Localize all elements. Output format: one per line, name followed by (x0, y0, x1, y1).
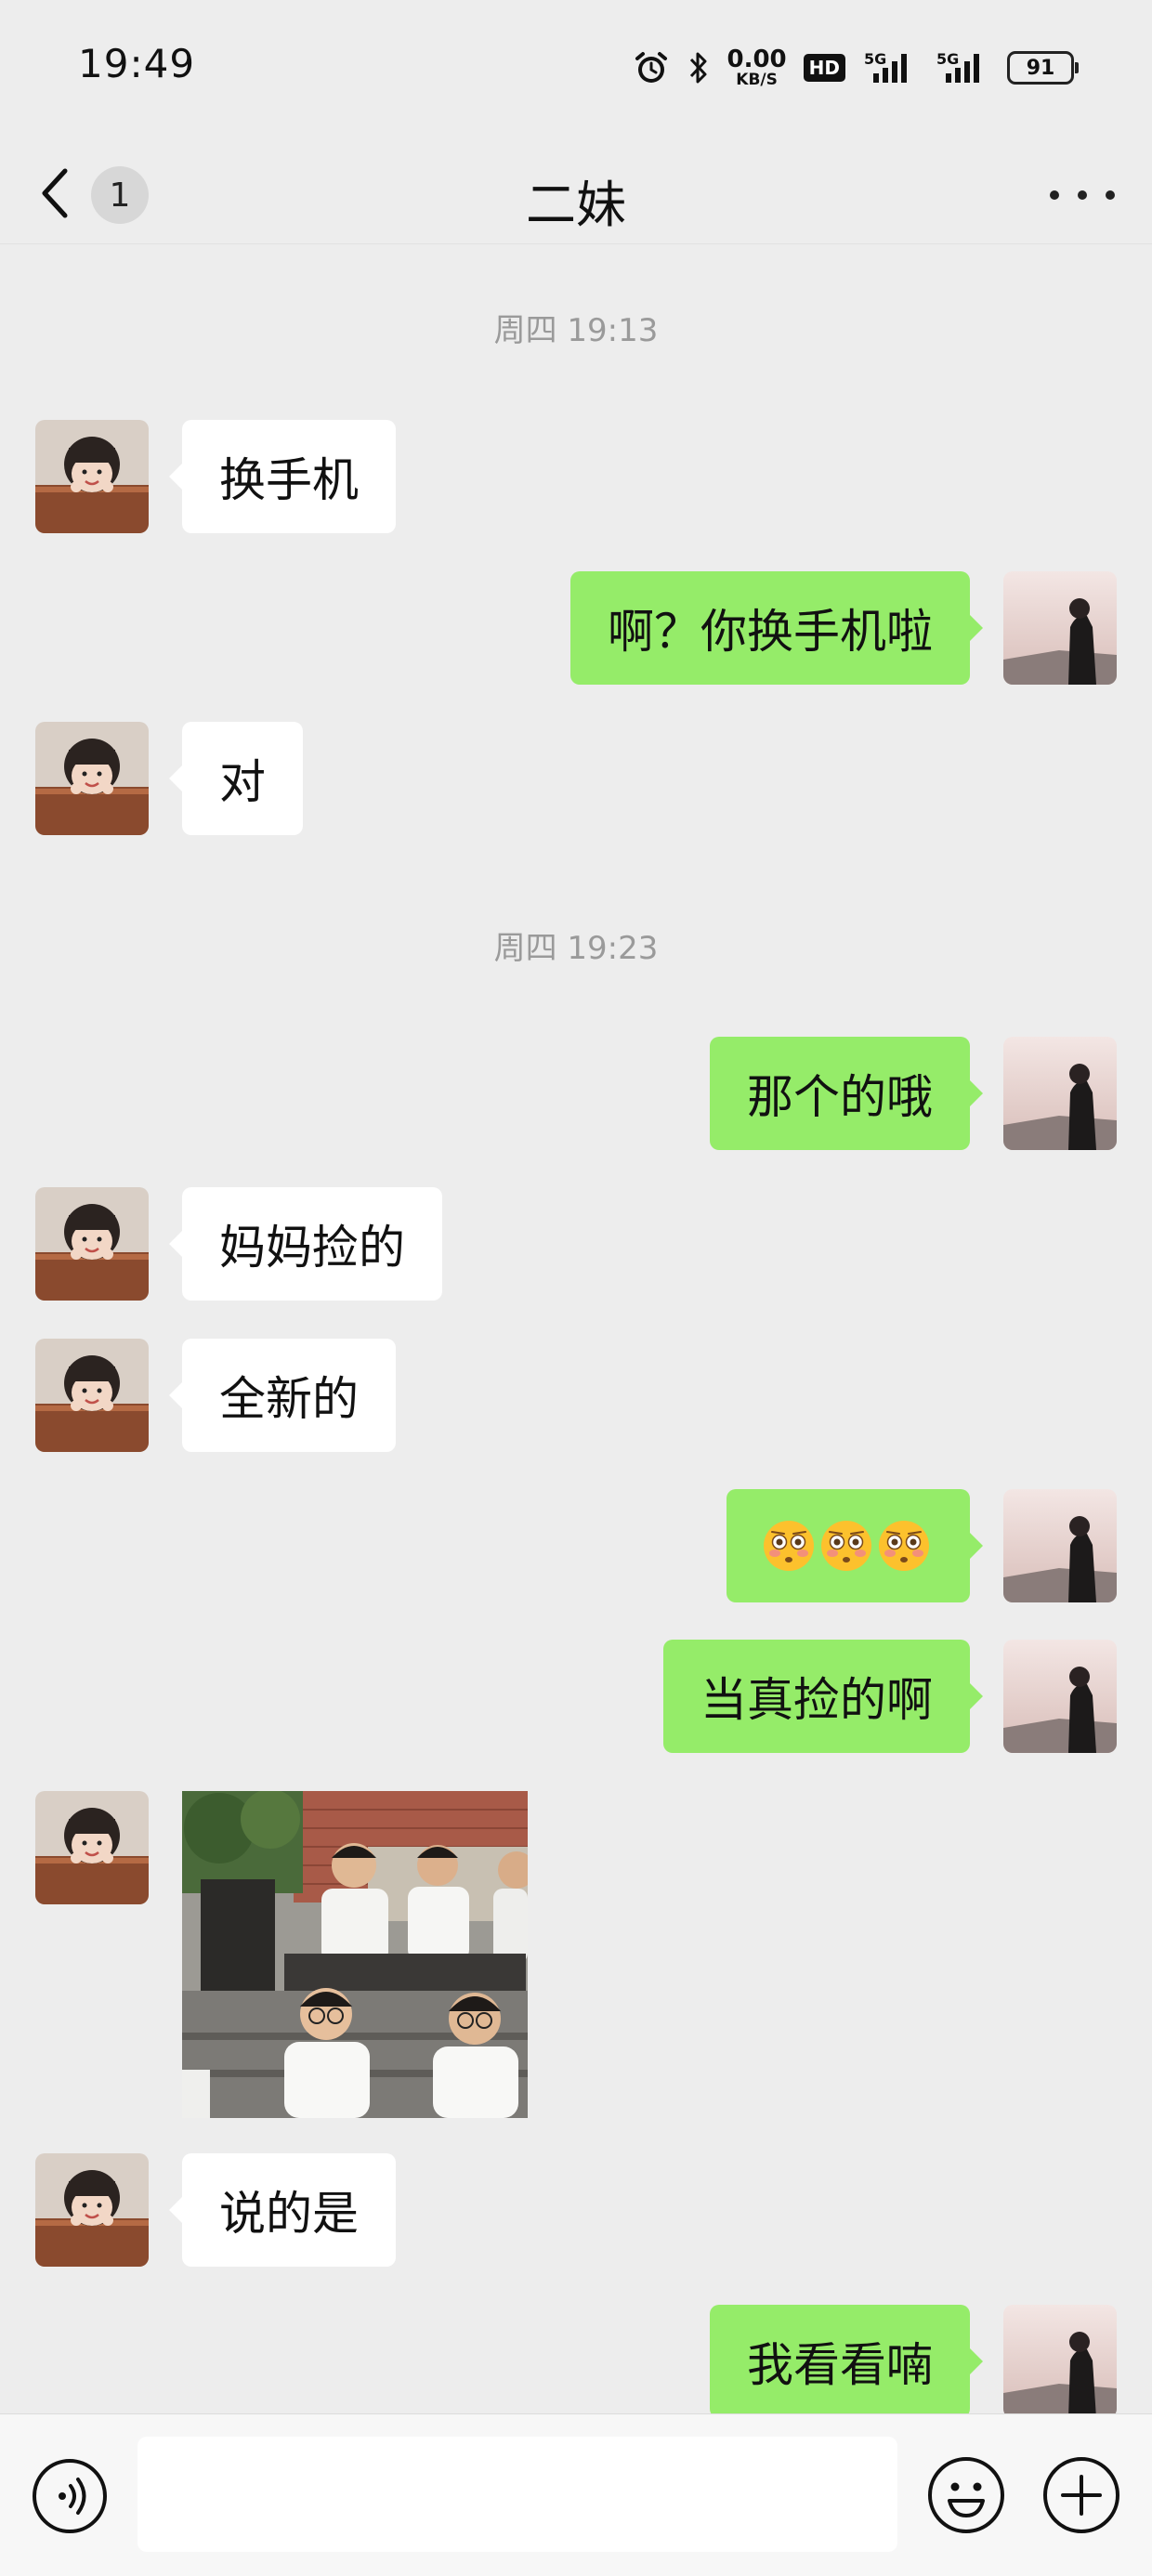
emoji-button[interactable] (927, 2456, 1005, 2538)
alarm-icon (633, 49, 670, 86)
input-bar (0, 2413, 1152, 2576)
signal-5g-icon: 5G (935, 49, 990, 86)
timestamp: 周四 19:13 (493, 312, 659, 349)
message-bubble-received[interactable]: 妈妈捡的 (169, 1187, 442, 1301)
message-bubble-sent[interactable]: 那个的哦 (710, 1037, 983, 1150)
dot (1078, 190, 1087, 200)
message-bubble-received[interactable]: 说的是 (169, 2153, 396, 2267)
dot (1050, 190, 1059, 200)
message-input[interactable] (137, 2437, 897, 2552)
signal-5g-icon: 5G (862, 49, 918, 86)
dot (1106, 190, 1115, 200)
message-bubble-sent-emoji[interactable] (727, 1489, 983, 1602)
bluetooth-icon (687, 49, 711, 86)
status-time: 19:49 (78, 41, 196, 86)
flushed-face-icon (764, 1521, 814, 1571)
message-bubble-received[interactable]: 对 (169, 722, 303, 835)
more-actions-button[interactable] (1042, 2456, 1120, 2538)
contact-avatar[interactable] (35, 1187, 149, 1301)
contact-avatar[interactable] (35, 1339, 149, 1452)
hd-icon: HD (803, 54, 845, 82)
image-message[interactable] (182, 1791, 528, 2118)
message-bubble-sent[interactable]: 当真捡的啊 (663, 1640, 983, 1753)
chat-header: 1 二妹 (0, 139, 1152, 244)
flushed-face-icon (879, 1521, 929, 1571)
contact-avatar[interactable] (35, 420, 149, 533)
message-bubble-sent[interactable]: 啊？你换手机啦 (570, 571, 983, 685)
flushed-face-icon (821, 1521, 871, 1571)
user-avatar[interactable] (1003, 1489, 1117, 1602)
network-speed: 0.00 KB/S (727, 46, 787, 89)
user-avatar[interactable] (1003, 2305, 1117, 2413)
timestamp: 周四 19:23 (493, 930, 659, 967)
contact-avatar[interactable] (35, 1791, 149, 1904)
plus-icon (1043, 2457, 1119, 2533)
status-icons: 0.00 KB/S HD 5G 5G 91 (633, 45, 1079, 91)
battery-icon: 91 (1007, 51, 1079, 85)
svg-text:5G: 5G (864, 50, 886, 68)
emoji-icon (928, 2457, 1004, 2533)
contact-avatar[interactable] (35, 722, 149, 835)
message-list[interactable]: 周四 19:13 换手机 啊？你换手机啦 对 周四 19:23 那个的哦 妈妈捡… (0, 244, 1152, 2413)
voice-input-button[interactable] (32, 2458, 108, 2538)
message-bubble-sent[interactable]: 我看看喃 (710, 2305, 983, 2413)
user-avatar[interactable] (1003, 1640, 1117, 1753)
svg-text:5G: 5G (936, 50, 959, 68)
status-bar: 19:49 0.00 KB/S HD 5G 5G 91 (0, 0, 1152, 139)
chat-title: 二妹 (526, 176, 626, 234)
more-options-button[interactable] (1050, 173, 1115, 217)
voice-icon (33, 2459, 107, 2533)
message-bubble-received[interactable]: 换手机 (169, 420, 396, 533)
user-avatar[interactable] (1003, 1037, 1117, 1150)
contact-avatar[interactable] (35, 2153, 149, 2267)
user-avatar[interactable] (1003, 571, 1117, 685)
message-bubble-received[interactable]: 全新的 (169, 1339, 396, 1452)
